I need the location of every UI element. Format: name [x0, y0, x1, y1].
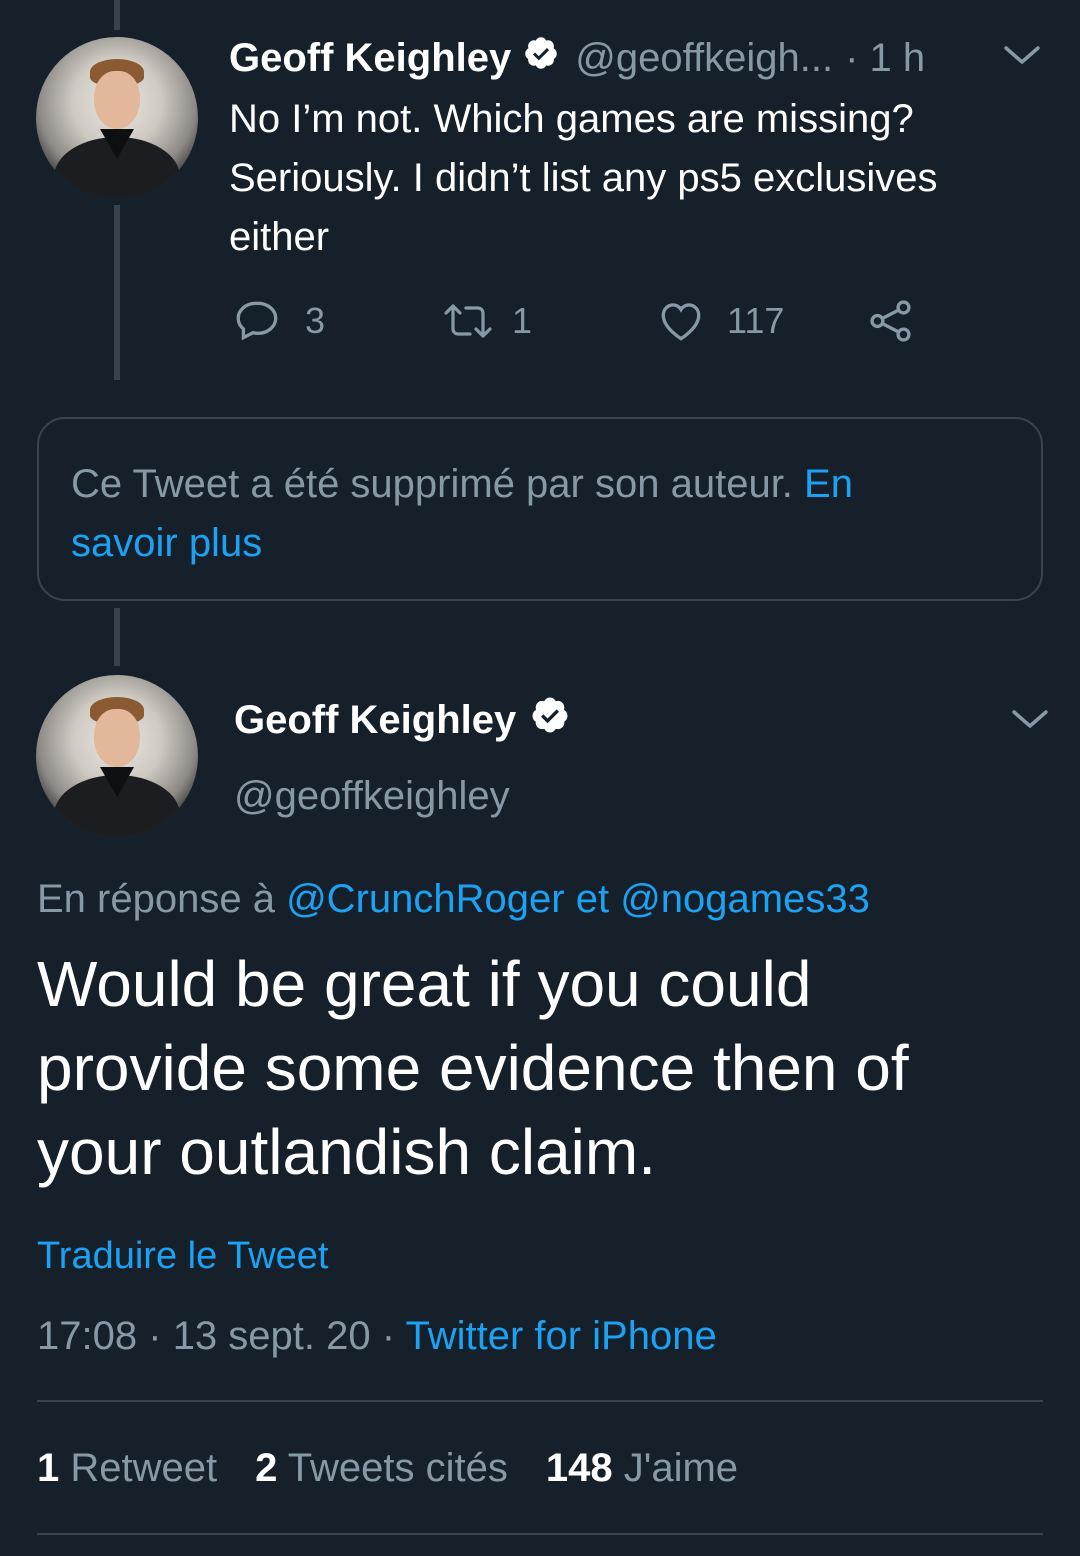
- thread-line-lower: [114, 608, 120, 666]
- learn-more-link[interactable]: savoir plus: [71, 521, 262, 565]
- retweets-count: 1: [37, 1446, 60, 1490]
- reply-prefix: En réponse à: [37, 877, 275, 921]
- tweet1-text-line: Seriously. I didn’t list any ps5 exclusi…: [229, 156, 938, 200]
- heart-icon: [661, 303, 701, 341]
- quotes-stat[interactable]: 2 Tweets cités: [255, 1442, 508, 1494]
- deleted-tweet-notice: Ce Tweet a été supprimé par son auteur. …: [37, 417, 1043, 601]
- verified-badge-icon: [530, 695, 570, 745]
- engagement-stats: 1 Retweet 2 Tweets cités 148 J'aime: [37, 1442, 738, 1494]
- like-count: 117: [727, 300, 785, 341]
- retweets-stat[interactable]: 1 Retweet: [37, 1442, 217, 1494]
- retweet-count: 1: [512, 300, 533, 341]
- tweet-time[interactable]: · 1 h: [845, 36, 925, 81]
- thread-line-mid: [114, 205, 120, 380]
- learn-more-link[interactable]: En: [804, 462, 853, 506]
- main-tweet-text-line: your outlandish claim.: [37, 1116, 656, 1188]
- tweet1-text: No I’m not. Which games are missing? Ser…: [229, 90, 937, 267]
- tweet1-text-line: either: [229, 215, 330, 259]
- retweets-label: Retweet: [70, 1446, 218, 1490]
- reply-count: 3: [305, 300, 326, 341]
- tweet1-text-line: No I’m not. Which games are missing?: [229, 97, 914, 141]
- translate-link[interactable]: Traduire le Tweet: [37, 1232, 328, 1280]
- verified-badge-icon: [523, 35, 559, 81]
- avatar[interactable]: [36, 675, 198, 837]
- main-tweet-text-line: Would be great if you could: [37, 948, 812, 1020]
- tweet1-header: Geoff Keighley @geoffkeigh... · 1 h: [229, 32, 925, 84]
- author-handle[interactable]: @geoffkeighley: [234, 770, 510, 822]
- quotes-label: Tweets cités: [287, 1446, 508, 1490]
- meta-separator: ·: [148, 1314, 162, 1358]
- chevron-down-icon[interactable]: [1010, 704, 1050, 739]
- meta-separator: ·: [381, 1314, 396, 1358]
- tweet-meta: 17:08 · 13 sept. 20 · Twitter for iPhone: [37, 1310, 717, 1362]
- author-handle[interactable]: @geoffkeigh...: [575, 36, 833, 81]
- like-button[interactable]: 117: [655, 296, 784, 346]
- mention-link[interactable]: @CrunchRoger: [286, 877, 565, 921]
- avatar[interactable]: [36, 37, 198, 199]
- reply-context: En réponse à @CrunchRoger et @nogames33: [37, 873, 870, 925]
- author-name[interactable]: Geoff Keighley: [229, 36, 511, 81]
- tweet-time: 17:08: [37, 1314, 138, 1358]
- tweet-date: 13 sept. 20: [172, 1314, 371, 1358]
- divider: [37, 1533, 1043, 1535]
- main-tweet-text: Would be great if you could provide some…: [37, 942, 909, 1194]
- divider: [37, 1400, 1043, 1402]
- tweet-source-link[interactable]: Twitter for iPhone: [405, 1314, 716, 1358]
- reply-button[interactable]: 3: [233, 296, 325, 346]
- likes-count: 148: [545, 1446, 613, 1490]
- likes-stat[interactable]: 148 J'aime: [546, 1442, 738, 1494]
- retweet-button[interactable]: 1: [440, 296, 532, 346]
- author-name[interactable]: Geoff Keighley: [234, 698, 516, 743]
- retweet-icon: [444, 304, 492, 338]
- thread-line-top: [114, 0, 120, 30]
- reply-conjunction: et: [575, 877, 610, 921]
- mention-link[interactable]: @nogames33: [620, 877, 870, 921]
- likes-label: J'aime: [623, 1446, 739, 1490]
- quotes-count: 2: [255, 1446, 278, 1490]
- share-button[interactable]: [866, 296, 938, 346]
- main-author: Geoff Keighley: [234, 692, 570, 748]
- deleted-notice-text: Ce Tweet a été supprimé par son auteur.: [71, 462, 793, 506]
- reply-icon: [236, 301, 278, 341]
- chevron-down-icon[interactable]: [1002, 40, 1042, 75]
- main-tweet-text-line: provide some evidence then of: [37, 1032, 909, 1104]
- share-icon: [870, 300, 911, 342]
